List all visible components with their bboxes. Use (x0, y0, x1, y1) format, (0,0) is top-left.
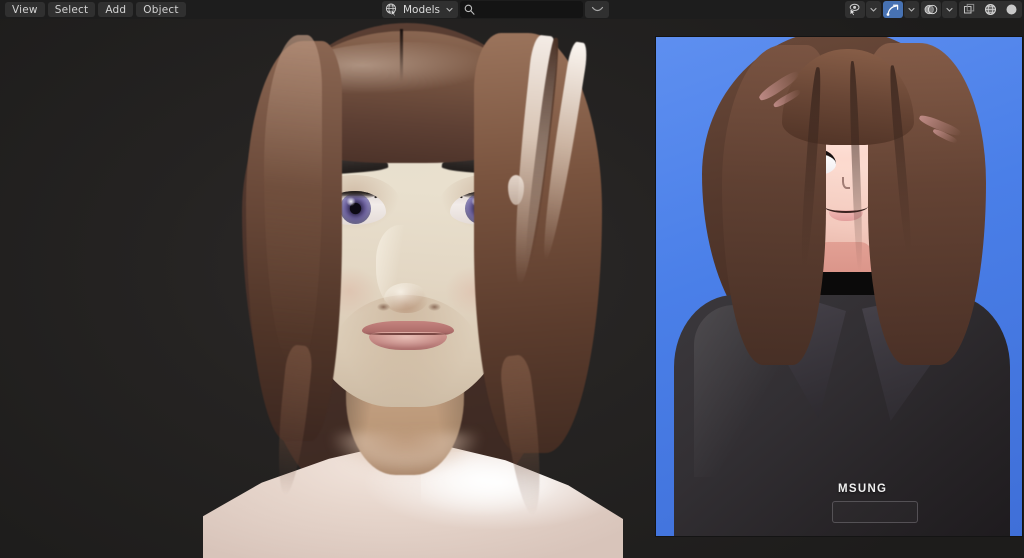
eye-cursor-icon (848, 3, 862, 16)
shading-mode-group (959, 1, 1022, 18)
overlays-dropdown[interactable] (942, 1, 957, 18)
hair-part-line (400, 29, 403, 81)
lips (362, 321, 454, 351)
mouth-line (366, 333, 450, 335)
menu-bar: View Select Add Object (0, 2, 186, 17)
mode-selector-label: Models (403, 3, 440, 16)
mode-and-search-cluster: Models (382, 1, 609, 18)
ref-nose (842, 177, 850, 189)
viewport-tool-cluster (845, 1, 1022, 18)
globe-cursor-icon (385, 3, 398, 16)
topbar: View Select Add Object Models (0, 0, 1024, 19)
menu-add-label: Add (105, 3, 127, 16)
visibility-selectability-toggle[interactable] (845, 1, 865, 18)
search-icon (464, 4, 475, 15)
visibility-tool-pair (845, 1, 881, 18)
menu-select[interactable]: Select (47, 2, 96, 17)
menu-add[interactable]: Add (98, 2, 134, 17)
character-bust-model[interactable] (168, 19, 658, 558)
nostril-left (377, 303, 390, 311)
gizmo-dropdown[interactable] (904, 1, 919, 18)
shading-solid[interactable] (980, 1, 1001, 18)
shading-wireframe[interactable] (959, 1, 980, 18)
chevron-down-icon (945, 5, 954, 14)
nose-tip (384, 283, 428, 313)
panel-collapse-button[interactable] (585, 1, 609, 18)
visibility-dropdown[interactable] (866, 1, 881, 18)
gizmo-tool-pair (883, 1, 919, 18)
overlays-tool-pair (921, 1, 957, 18)
ref-jacket-pocket (832, 501, 918, 523)
chevron-down-icon (869, 5, 878, 14)
overlays-toggle[interactable] (921, 1, 941, 18)
wireframe-box-icon (963, 3, 976, 16)
hair-strand-left-2 (264, 35, 322, 365)
search-field[interactable] (460, 1, 583, 18)
neck-shadow-blend (318, 433, 493, 509)
shading-material[interactable] (1001, 1, 1022, 18)
search-input[interactable] (478, 2, 578, 17)
mode-selector[interactable]: Models (382, 1, 458, 18)
menu-object[interactable]: Object (136, 2, 186, 17)
nostril-right (428, 303, 441, 311)
chevron-down-icon (907, 5, 916, 14)
menu-view-label: View (12, 3, 38, 16)
globe-sphere-icon (984, 3, 997, 16)
menu-view[interactable]: View (5, 2, 45, 17)
menu-select-label: Select (54, 3, 89, 16)
overlapping-circles-icon (924, 3, 938, 16)
ref-brand-text: MSUNG (838, 483, 888, 495)
reference-image-panel[interactable]: MSUNG (655, 36, 1023, 537)
application-window: View Select Add Object Models MSUNG (0, 0, 1024, 558)
3d-viewport[interactable]: MSUNG (0, 19, 1024, 558)
chevron-collapse-icon (590, 5, 605, 14)
chevron-down-icon (445, 5, 454, 14)
gizmo-arrow-icon (886, 3, 900, 16)
filled-sphere-icon (1005, 3, 1018, 16)
menu-object-label: Object (143, 3, 179, 16)
gizmo-toggle[interactable] (883, 1, 903, 18)
